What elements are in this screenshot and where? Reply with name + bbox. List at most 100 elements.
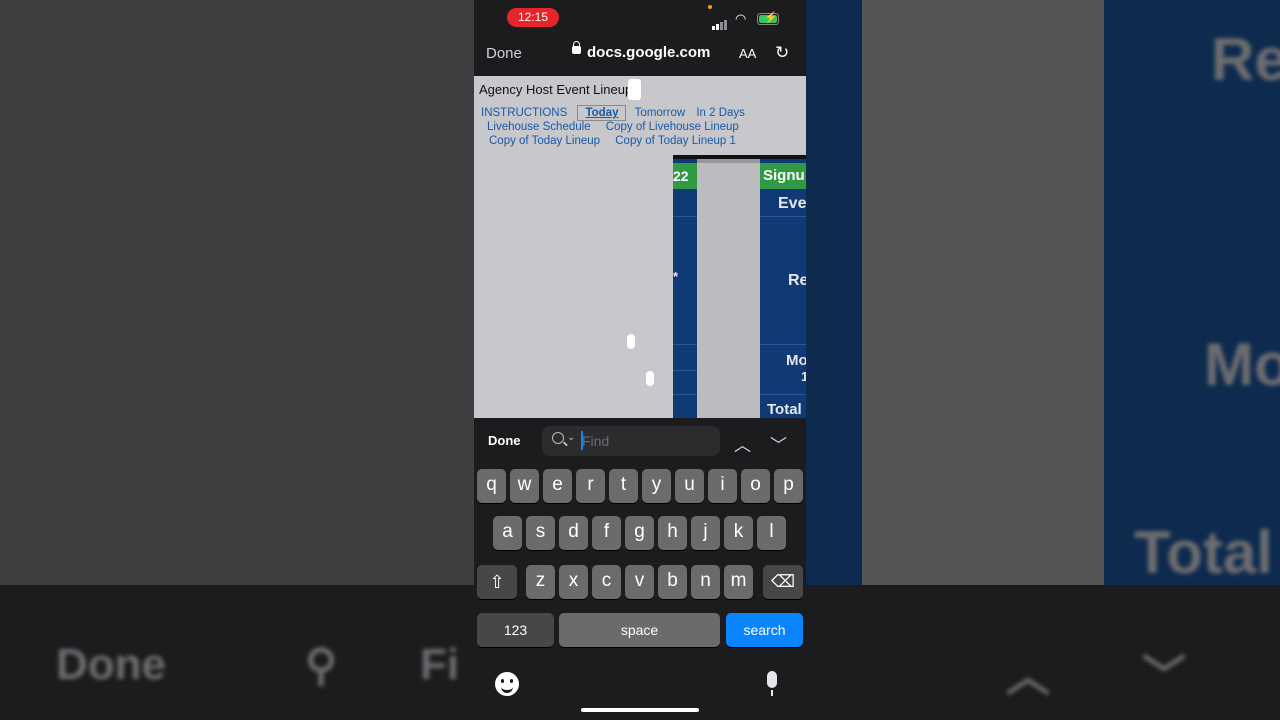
key-d[interactable]: d bbox=[559, 516, 588, 550]
phone-screen: 12:15 ◠ ⚡ Done docs.google.com AA ↻ Agen… bbox=[474, 0, 806, 720]
sheet-tabs: INSTRUCTIONS Today Tomorrow In 2 Days Li… bbox=[479, 105, 804, 148]
key-z[interactable]: z bbox=[526, 565, 555, 599]
sheet-cell: Re bbox=[788, 272, 806, 289]
lock-icon bbox=[572, 41, 581, 54]
key-j[interactable]: j bbox=[691, 516, 720, 550]
tab-instructions[interactable]: INSTRUCTIONS bbox=[481, 107, 567, 119]
selection-handle[interactable] bbox=[627, 334, 635, 349]
microphone-icon[interactable] bbox=[767, 671, 777, 696]
sheet-row-line bbox=[760, 344, 806, 345]
key-g[interactable]: g bbox=[625, 516, 654, 550]
status-time: 12:15 bbox=[507, 8, 559, 27]
sheet-row-line bbox=[760, 216, 806, 217]
search-icon[interactable] bbox=[552, 432, 564, 444]
space-key[interactable]: space bbox=[559, 613, 720, 647]
find-input[interactable] bbox=[582, 432, 712, 450]
key-y[interactable]: y bbox=[642, 469, 671, 503]
signal-icon bbox=[712, 12, 728, 30]
text-cursor bbox=[581, 431, 583, 450]
background-mo-text: Mo bbox=[1204, 331, 1280, 398]
sheet-row-line bbox=[673, 216, 697, 217]
key-n[interactable]: n bbox=[691, 565, 720, 599]
sheet-row-line bbox=[760, 394, 806, 395]
sheet-column-gap bbox=[697, 159, 760, 418]
mic-indicator-icon bbox=[708, 5, 712, 9]
selection-handle[interactable] bbox=[646, 371, 654, 386]
sheet-cell: Mo bbox=[786, 352, 806, 369]
sheet-header-cell: 22 bbox=[673, 163, 697, 189]
background-left: Done ⚲ Fi bbox=[0, 0, 474, 720]
key-x[interactable]: x bbox=[559, 565, 588, 599]
browser-done-button[interactable]: Done bbox=[486, 45, 522, 62]
web-page: Agency Host Event Lineups INSTRUCTIONS T… bbox=[474, 76, 806, 418]
key-f[interactable]: f bbox=[592, 516, 621, 550]
sheet-cell: Total bbox=[767, 401, 802, 418]
battery-icon: ⚡ bbox=[757, 12, 779, 25]
key-b[interactable]: b bbox=[658, 565, 687, 599]
sheet-row-line bbox=[673, 370, 697, 371]
key-w[interactable]: w bbox=[510, 469, 539, 503]
background-total-text: Total bbox=[1134, 519, 1273, 586]
tab-in-2-days[interactable]: In 2 Days bbox=[696, 107, 745, 119]
sheet-header-cell: Signu bbox=[760, 163, 806, 189]
key-o[interactable]: o bbox=[741, 469, 770, 503]
tab-copy-today-lineup[interactable]: Copy of Today Lineup bbox=[489, 135, 600, 147]
tab-copy-livehouse-lineup[interactable]: Copy of Livehouse Lineup bbox=[606, 121, 739, 133]
url-domain[interactable]: docs.google.com bbox=[587, 44, 710, 61]
key-h[interactable]: h bbox=[658, 516, 687, 550]
key-p[interactable]: p bbox=[774, 469, 803, 503]
browser-url-bar: Done docs.google.com AA ↻ bbox=[474, 38, 806, 76]
background-search-icon: ⚲ bbox=[305, 641, 338, 690]
onscreen-keyboard: q w e r t y u i o p a s d f g h j k l ⇧ … bbox=[474, 464, 806, 720]
key-e[interactable]: e bbox=[543, 469, 572, 503]
search-key[interactable]: search bbox=[726, 613, 803, 647]
key-q[interactable]: q bbox=[477, 469, 506, 503]
tab-tomorrow[interactable]: Tomorrow bbox=[635, 107, 685, 119]
background-re-text: Re bbox=[1211, 26, 1280, 93]
sheet-cell: 1 bbox=[801, 369, 806, 384]
wifi-icon: ◠ bbox=[735, 11, 747, 26]
key-i[interactable]: i bbox=[708, 469, 737, 503]
key-t[interactable]: t bbox=[609, 469, 638, 503]
sheet-cell: Eve bbox=[778, 195, 806, 212]
sheet-gap-border bbox=[697, 159, 760, 163]
find-input-box: ⌄ bbox=[542, 426, 720, 456]
background-find-text: Fi bbox=[420, 640, 460, 689]
key-s[interactable]: s bbox=[526, 516, 555, 550]
tab-copy-today-lineup-1[interactable]: Copy of Today Lineup 1 bbox=[615, 135, 736, 147]
background-sheet-column bbox=[806, 0, 862, 585]
shift-key-icon[interactable]: ⇧ bbox=[477, 565, 517, 599]
key-u[interactable]: u bbox=[675, 469, 704, 503]
sheet-cell: * bbox=[673, 269, 679, 284]
text-size-button[interactable]: AA bbox=[739, 46, 756, 61]
emoji-icon[interactable] bbox=[495, 672, 519, 696]
previous-match-chevron-up-icon[interactable]: ︿ bbox=[734, 431, 751, 456]
background-chevron-up-icon: ︿ bbox=[1006, 652, 1050, 701]
background-grey-column bbox=[862, 0, 1104, 585]
reload-icon[interactable]: ↻ bbox=[775, 43, 789, 63]
find-bar: Done ⌄ ︿ ﹀ bbox=[474, 418, 806, 464]
sheet-column-left bbox=[673, 159, 697, 418]
next-match-chevron-down-icon[interactable]: ﹀ bbox=[770, 431, 787, 456]
key-a[interactable]: a bbox=[493, 516, 522, 550]
tab-today[interactable]: Today bbox=[577, 105, 627, 121]
tab-livehouse-schedule[interactable]: Livehouse Schedule bbox=[487, 121, 591, 133]
key-c[interactable]: c bbox=[592, 565, 621, 599]
background-chevron-down-icon: ﹀ bbox=[1142, 652, 1186, 701]
status-bar: 12:15 ◠ ⚡ bbox=[474, 0, 806, 38]
chevron-down-icon[interactable]: ⌄ bbox=[567, 432, 575, 443]
home-indicator[interactable] bbox=[581, 708, 699, 712]
numbers-key[interactable]: 123 bbox=[477, 613, 554, 647]
page-title: Agency Host Event Lineups bbox=[479, 82, 639, 97]
key-l[interactable]: l bbox=[757, 516, 786, 550]
sheet-row-line bbox=[673, 394, 697, 395]
find-done-button[interactable]: Done bbox=[488, 433, 521, 448]
background-done-text: Done bbox=[56, 640, 166, 689]
key-k[interactable]: k bbox=[724, 516, 753, 550]
key-r[interactable]: r bbox=[576, 469, 605, 503]
backspace-key-icon[interactable]: ⌫ bbox=[763, 565, 803, 599]
key-v[interactable]: v bbox=[625, 565, 654, 599]
background-right: Re Mo Total ︿ ﹀ bbox=[806, 0, 1280, 720]
key-m[interactable]: m bbox=[724, 565, 753, 599]
text-caret-highlight bbox=[628, 79, 641, 100]
